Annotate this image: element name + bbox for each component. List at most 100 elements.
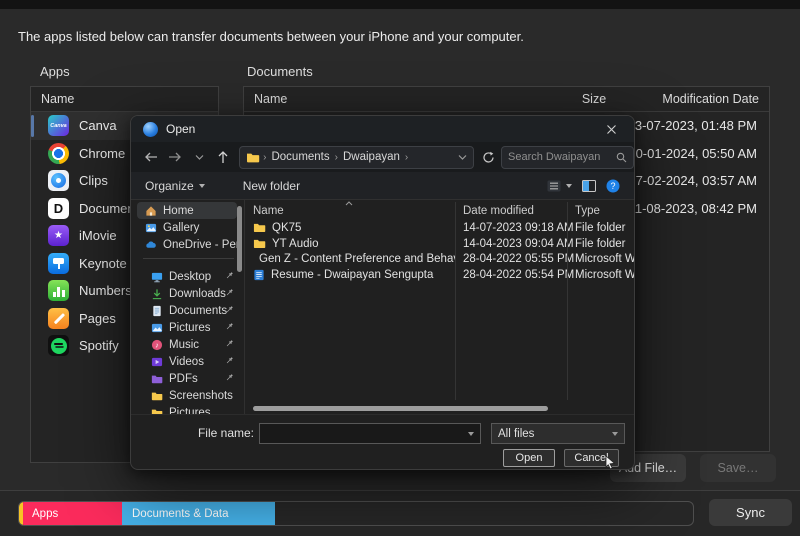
dialog-toolbar: Organize New folder ? (131, 172, 634, 200)
apps-panel-header: Name (31, 87, 218, 112)
capacity-segment-apps: Apps (23, 502, 122, 525)
pin-icon (225, 355, 234, 366)
apps-name-column-header: Name (31, 92, 74, 106)
sidebar-item-screenshots[interactable]: Screenshots (137, 387, 237, 404)
help-icon[interactable]: ? (606, 179, 620, 193)
sidebar-item-pdfs[interactable]: PDFs (137, 370, 237, 387)
sidebar-item-videos[interactable]: Videos (137, 353, 237, 370)
pin-icon (225, 270, 234, 281)
sidebar-item-pictures[interactable]: Pictures (137, 319, 237, 336)
chrome-app-icon (48, 143, 69, 164)
recent-locations-chevron-icon[interactable] (187, 145, 211, 169)
organize-menu[interactable]: Organize (145, 179, 205, 193)
view-mode-button[interactable] (547, 180, 572, 192)
file-name-dropdown-chevron-icon[interactable] (468, 432, 474, 436)
dialog-title-bar[interactable]: Open (131, 116, 634, 142)
breadcrumb-separator (332, 152, 341, 163)
address-dropdown-chevron-icon[interactable] (458, 154, 467, 161)
pin-icon (225, 372, 234, 383)
sidebar-item-documents[interactable]: Documents (137, 302, 237, 319)
column-header-type[interactable]: Type (567, 205, 634, 220)
save-button[interactable]: Save… (700, 454, 776, 482)
gallery-icon (145, 222, 157, 234)
open-file-dialog: Open Documents Dwaipayan (130, 115, 635, 470)
home-icon (145, 205, 157, 217)
sidebar-scrollbar[interactable] (237, 206, 242, 272)
column-divider (455, 202, 456, 400)
svg-text:?: ? (610, 181, 615, 191)
file-name-combobox[interactable] (259, 423, 481, 444)
window-top-strip (0, 0, 800, 9)
capacity-bar: Apps Documents & Data (18, 501, 694, 526)
imovie-app-icon (48, 225, 69, 246)
apps-section-title: Apps (40, 64, 70, 79)
folder-icon (253, 222, 266, 233)
bottom-bar: Apps Documents & Data (0, 490, 800, 536)
organize-caret-icon (199, 184, 205, 188)
selection-accent-bar (31, 115, 34, 137)
music-icon: ♪ (151, 339, 163, 351)
sidebar-item-desktop[interactable]: Desktop (137, 268, 237, 285)
column-header-date-modified[interactable]: Date modified (455, 205, 567, 220)
address-bar[interactable]: Documents Dwaipayan (239, 146, 474, 169)
spotify-app-icon (48, 335, 69, 356)
file-name-input[interactable] (260, 428, 468, 440)
refresh-icon[interactable] (482, 151, 495, 164)
search-input[interactable] (508, 151, 616, 163)
file-row[interactable]: Gen Z - Content Preference and Behaviour… (245, 251, 634, 267)
app-orb-icon (143, 122, 158, 137)
file-row[interactable]: Resume - Dwaipayan Sengupta 28-04-2022 0… (245, 267, 634, 283)
documents-section-title: Documents (247, 64, 313, 79)
sidebar-item-home[interactable]: Home (137, 202, 237, 219)
pin-icon (225, 338, 234, 349)
modification-date: 30-01-2024, 05:50 AM (628, 146, 757, 161)
column-divider (567, 202, 568, 400)
preview-pane-button[interactable] (582, 180, 596, 192)
pictures-icon (151, 322, 163, 334)
breadcrumb-documents[interactable]: Documents (269, 151, 331, 163)
column-header-name[interactable]: Name (245, 205, 455, 220)
capacity-segment-documents-data: Documents & Data (122, 502, 275, 525)
pin-icon (225, 287, 234, 298)
details-view-icon (547, 180, 561, 192)
close-button[interactable] (600, 119, 622, 139)
documents-size-column-header: Size (564, 87, 624, 112)
sidebar-item-onedrive[interactable]: OneDrive - Persor (137, 236, 237, 253)
open-button[interactable]: Open (503, 449, 555, 467)
pin-icon (225, 304, 234, 315)
sort-ascending-caret-icon (345, 201, 353, 206)
downloads-icon (151, 288, 163, 300)
file-row[interactable]: QK75 14-07-2023 09:18 AM File folder (245, 220, 634, 236)
horizontal-scrollbar[interactable] (253, 406, 548, 411)
dialog-title: Open (166, 122, 195, 136)
dialog-sidebar: Home Gallery OneDrive - Persor Desktop (131, 200, 244, 414)
clips-app-icon (48, 170, 69, 191)
documents-app-icon (48, 198, 69, 219)
videos-icon (151, 356, 163, 368)
back-button[interactable] (139, 145, 163, 169)
documents-name-column-header: Name (244, 92, 287, 106)
intro-text: The apps listed below can transfer docum… (18, 29, 524, 44)
forward-button[interactable] (163, 145, 187, 169)
file-row[interactable]: YT Audio 14-04-2023 09:04 AM File folder (245, 236, 634, 252)
new-folder-button[interactable]: New folder (243, 179, 300, 193)
svg-text:♪: ♪ (155, 340, 159, 349)
sidebar-item-gallery[interactable]: Gallery (137, 219, 237, 236)
sidebar-separator (143, 258, 234, 259)
sidebar-item-music[interactable]: ♪ Music (137, 336, 237, 353)
breadcrumb-separator (402, 152, 411, 163)
numbers-app-icon (48, 280, 69, 301)
search-box[interactable] (501, 146, 634, 169)
sidebar-item-pictures-folder[interactable]: Pictures (137, 404, 237, 414)
file-type-select[interactable]: All files (491, 423, 625, 444)
folder-icon (253, 238, 266, 249)
file-list-header: Name Date modified Type (245, 200, 634, 220)
onedrive-cloud-icon (145, 239, 157, 251)
pages-app-icon (48, 308, 69, 329)
file-list: Name Date modified Type QK75 14-07-2023 … (244, 200, 634, 414)
up-button[interactable] (211, 145, 235, 169)
sidebar-item-downloads[interactable]: Downloads (137, 285, 237, 302)
breadcrumb-dwaipayan[interactable]: Dwaipayan (341, 151, 402, 163)
document-icon (151, 305, 163, 317)
sync-button[interactable]: Sync (709, 499, 792, 526)
